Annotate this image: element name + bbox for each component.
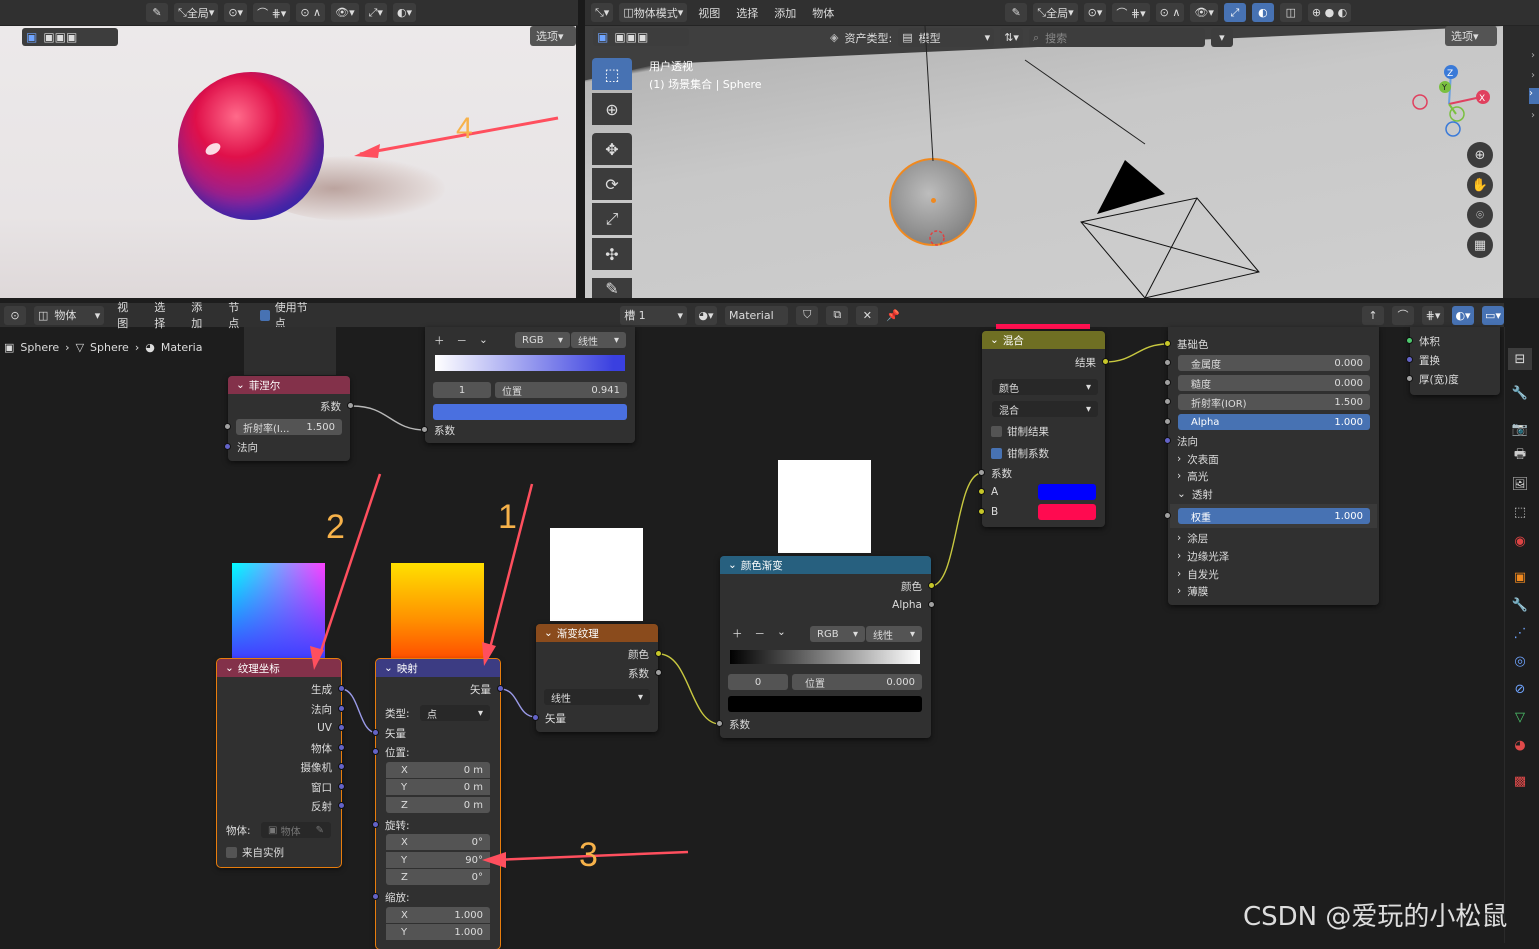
- annotation-3: 3: [579, 836, 598, 874]
- annotation-arrows: [310, 473, 689, 868]
- annotation-2: 2: [326, 508, 345, 546]
- watermark: CSDN @爱玩的小松鼠: [1243, 902, 1508, 932]
- annotation-1: 1: [498, 498, 517, 536]
